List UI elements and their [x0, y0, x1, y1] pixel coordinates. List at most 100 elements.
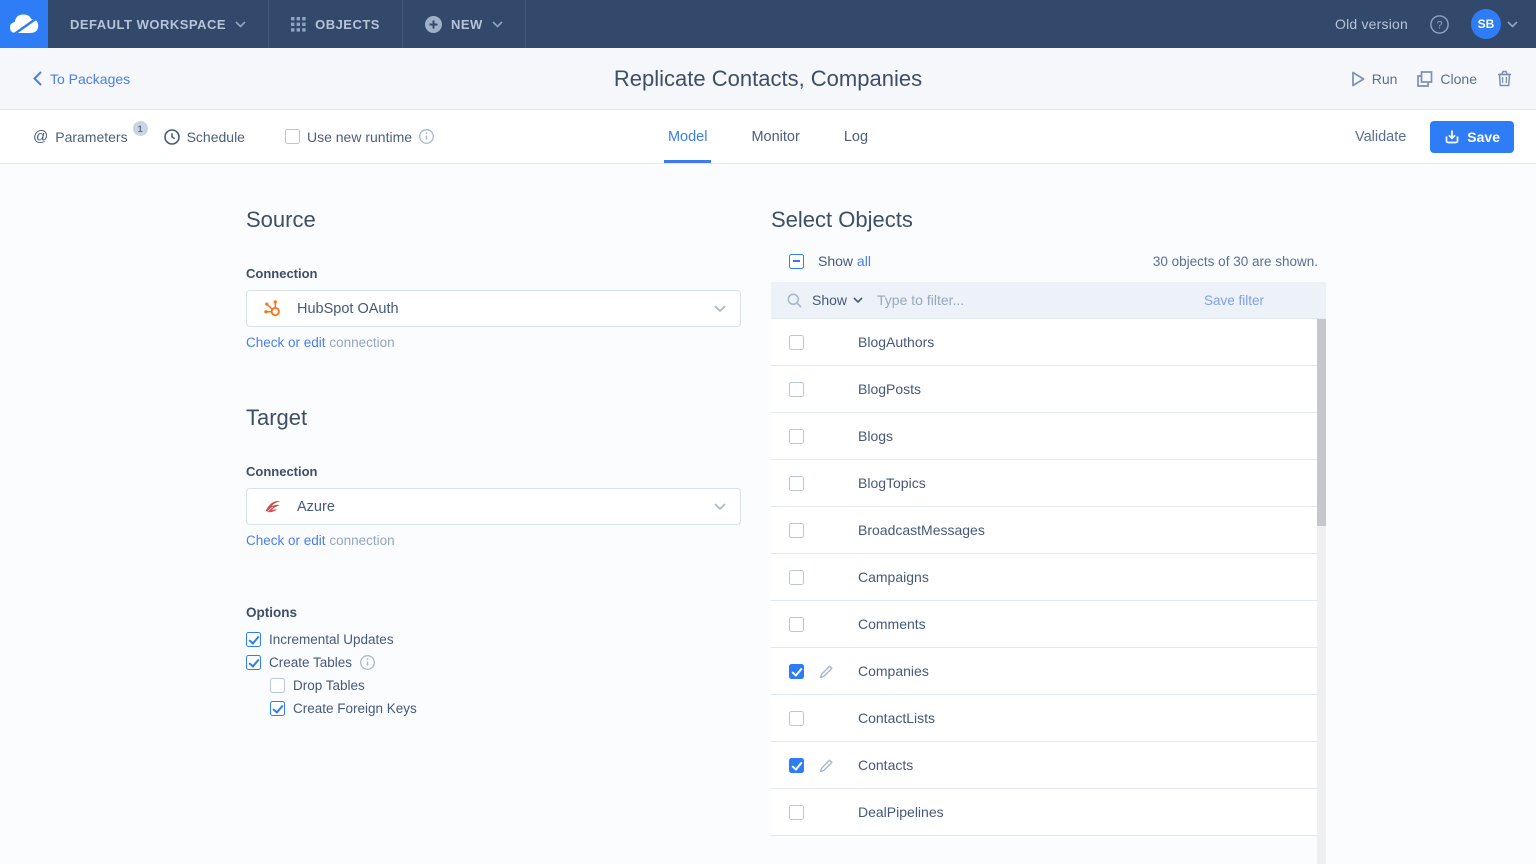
target-check-edit-link[interactable]: Check or edit connection	[246, 533, 741, 548]
use-new-runtime-toggle[interactable]: Use new runtime	[285, 129, 434, 145]
show-label: Show	[818, 253, 853, 269]
option-row[interactable]: Incremental Updates	[246, 628, 741, 651]
edit-pencil-icon[interactable]	[819, 758, 834, 773]
schedule-button[interactable]: Schedule	[164, 129, 245, 145]
hubspot-icon	[263, 299, 283, 319]
object-row[interactable]: BlogAuthors	[771, 319, 1326, 366]
option-row[interactable]: Create Foreign Keys	[246, 697, 741, 720]
source-heading: Source	[246, 207, 741, 233]
object-checkbox[interactable]	[789, 664, 804, 679]
workspace-label: DEFAULT WORKSPACE	[70, 17, 226, 32]
clock-icon	[164, 129, 180, 145]
objects-label: OBJECTS	[315, 17, 380, 32]
object-row[interactable]: Blogs	[771, 413, 1326, 460]
object-checkbox[interactable]	[789, 429, 804, 444]
validate-button[interactable]: Validate	[1355, 129, 1406, 145]
edit-pencil-icon[interactable]	[819, 664, 834, 679]
nav-right: Old version ? SB	[1335, 0, 1536, 48]
info-icon	[419, 129, 434, 144]
connections-column: Source Connection HubSpot OAuth	[246, 207, 741, 864]
object-row[interactable]: BlogPosts	[771, 366, 1326, 413]
scrollbar-thumb[interactable]	[1317, 319, 1326, 526]
option-row[interactable]: Drop Tables	[246, 674, 741, 697]
new-label: NEW	[451, 17, 483, 32]
object-row[interactable]: BlogTopics	[771, 460, 1326, 507]
options-heading: Options	[246, 605, 741, 620]
target-connection-value: Azure	[297, 499, 335, 515]
nav-new[interactable]: NEW	[403, 0, 526, 48]
source-connection-label: Connection	[246, 266, 741, 281]
azure-sql-icon	[263, 497, 283, 517]
chevron-down-icon	[235, 21, 246, 28]
source-connection-value: HubSpot OAuth	[297, 301, 399, 317]
option-checkbox[interactable]	[270, 701, 285, 716]
object-checkbox[interactable]	[789, 617, 804, 632]
object-checkbox[interactable]	[789, 758, 804, 773]
source-connection-select[interactable]: HubSpot OAuth	[246, 290, 741, 327]
scrollbar-track[interactable]	[1317, 319, 1326, 864]
object-row[interactable]: ContactLists	[771, 695, 1326, 742]
object-row[interactable]: Comments	[771, 601, 1326, 648]
object-checkbox[interactable]	[789, 335, 804, 350]
object-checkbox[interactable]	[789, 523, 804, 538]
help-icon[interactable]: ?	[1430, 15, 1449, 34]
object-checkbox[interactable]	[789, 711, 804, 726]
source-check-edit-link[interactable]: Check or edit connection	[246, 335, 741, 350]
filter-field-select[interactable]: Show	[812, 292, 863, 308]
back-to-packages-link[interactable]: To Packages	[33, 71, 130, 87]
save-filter-link[interactable]: Save filter	[1204, 293, 1264, 308]
cloud-logo-icon	[7, 9, 41, 39]
tab-monitor[interactable]: Monitor	[751, 110, 799, 163]
chevron-left-icon	[33, 71, 42, 86]
objects-list: BlogAuthors BlogPosts Blogs BlogTopics	[771, 318, 1326, 836]
show-all-link[interactable]: all	[857, 253, 871, 269]
tab-log[interactable]: Log	[844, 110, 868, 163]
toolbar-left: @ Parameters 1 Schedule Use new runtime	[33, 110, 434, 163]
run-button[interactable]: Run	[1351, 71, 1398, 87]
target-connection-label: Connection	[246, 464, 741, 479]
parameters-button[interactable]: @ Parameters 1	[33, 128, 150, 145]
search-icon	[787, 293, 802, 308]
select-objects-panel: Select Objects Show all 30 objects of 30…	[771, 207, 1326, 864]
workspace-switcher[interactable]: DEFAULT WORKSPACE	[48, 0, 269, 48]
filter-bar: Show Save filter	[771, 282, 1326, 318]
run-label: Run	[1372, 71, 1398, 87]
runtime-checkbox[interactable]	[285, 129, 300, 144]
target-connection-select[interactable]: Azure	[246, 488, 741, 525]
top-nav: DEFAULT WORKSPACE OBJECTS NEW	[0, 0, 1536, 48]
save-button[interactable]: Save	[1430, 121, 1514, 153]
chevron-down-icon	[853, 297, 863, 304]
objects-count: 30 objects of 30 are shown.	[1153, 254, 1318, 269]
header-actions: Run Clone	[1351, 70, 1512, 87]
svg-text:?: ?	[1436, 19, 1442, 31]
object-checkbox[interactable]	[789, 476, 804, 491]
save-label: Save	[1467, 129, 1500, 145]
show-all-row: Show all 30 objects of 30 are shown.	[771, 253, 1326, 269]
app-logo[interactable]	[0, 0, 48, 48]
option-row[interactable]: Create Tables	[246, 651, 741, 674]
object-row[interactable]: BroadcastMessages	[771, 507, 1326, 554]
clone-button[interactable]: Clone	[1417, 71, 1477, 87]
object-row[interactable]: Campaigns	[771, 554, 1326, 601]
model-toolbar: @ Parameters 1 Schedule Use new runtime	[0, 110, 1536, 164]
object-row[interactable]: Contacts	[771, 742, 1326, 789]
object-row[interactable]: Companies	[771, 648, 1326, 695]
at-icon: @	[33, 128, 48, 145]
user-menu[interactable]: SB	[1471, 9, 1518, 39]
toolbar-right: Validate Save	[1355, 110, 1514, 163]
nav-objects[interactable]: OBJECTS	[269, 0, 403, 48]
object-checkbox[interactable]	[789, 570, 804, 585]
select-all-checkbox[interactable]	[789, 254, 804, 269]
object-checkbox[interactable]	[789, 382, 804, 397]
delete-button[interactable]	[1497, 70, 1512, 87]
parameters-label: Parameters	[55, 129, 127, 145]
options-section: Options Incremental Updates Create Table…	[246, 605, 741, 720]
option-checkbox[interactable]	[246, 655, 261, 670]
object-row[interactable]: DealPipelines	[771, 789, 1326, 836]
tab-model[interactable]: Model	[668, 110, 708, 163]
old-version-link[interactable]: Old version	[1335, 16, 1408, 32]
option-checkbox[interactable]	[270, 678, 285, 693]
object-checkbox[interactable]	[789, 805, 804, 820]
filter-input[interactable]	[877, 292, 1204, 308]
option-checkbox[interactable]	[246, 632, 261, 647]
